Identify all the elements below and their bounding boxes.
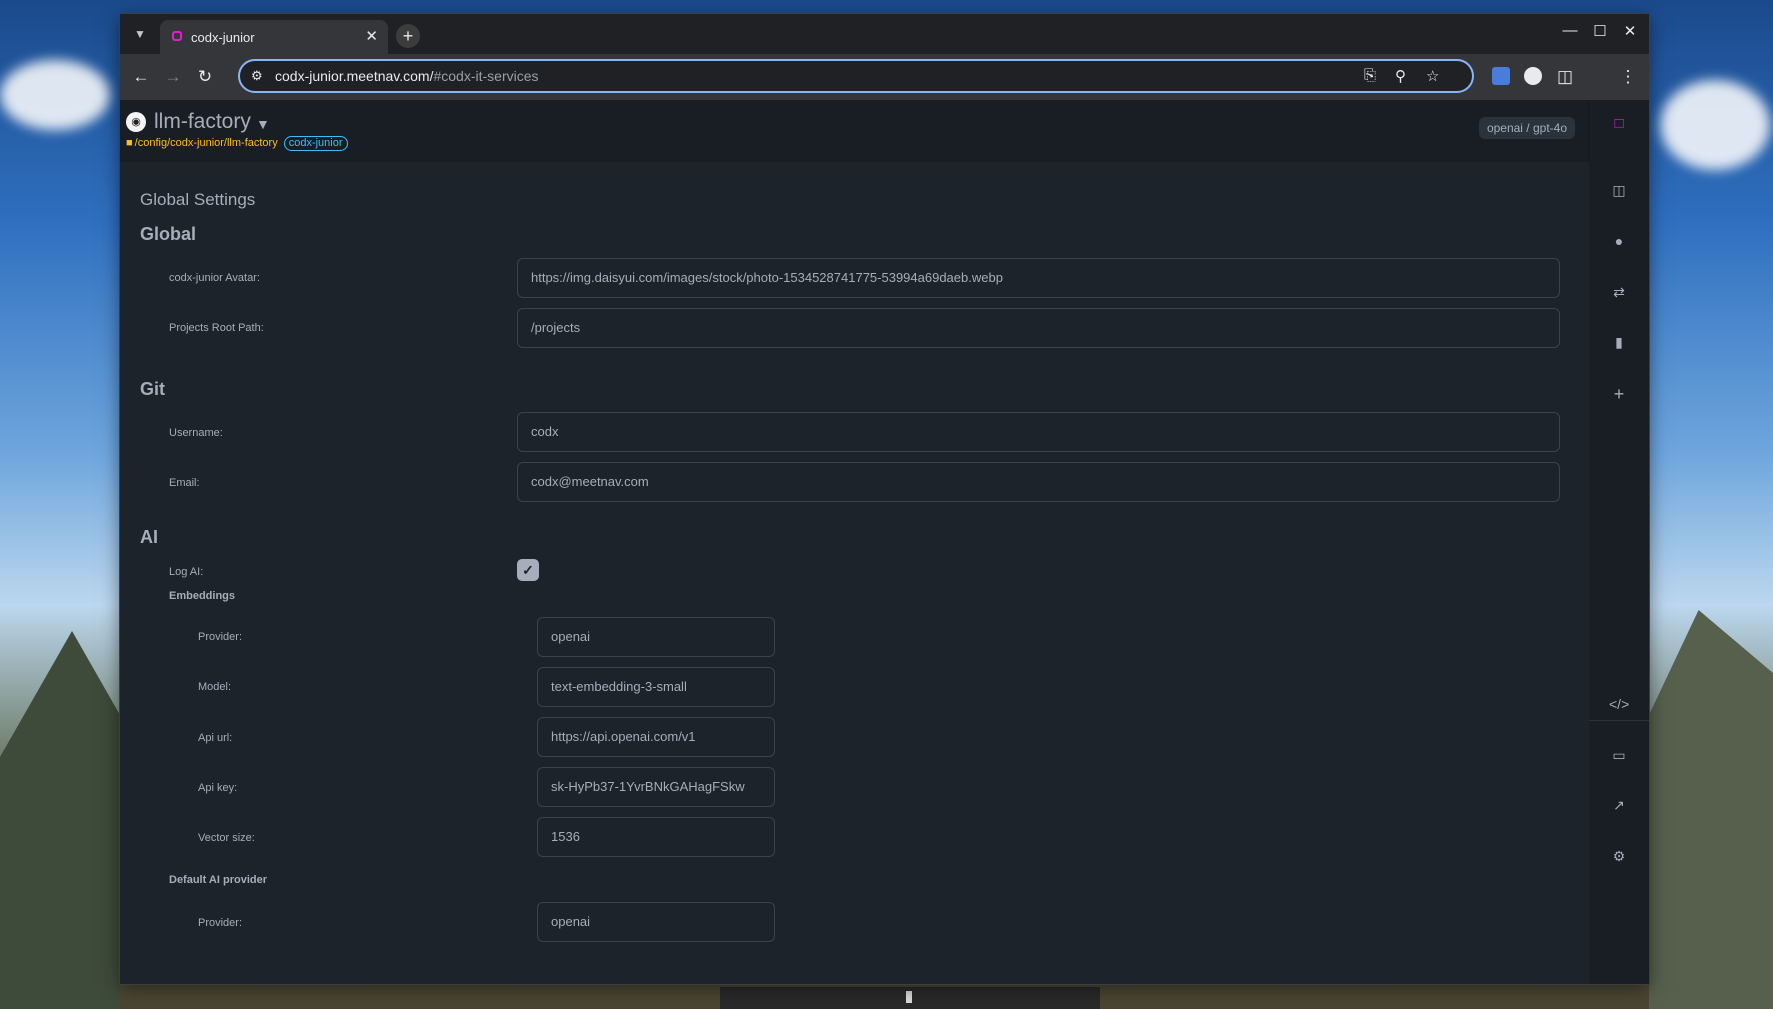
pull-request-icon[interactable]: ⇄ — [1609, 282, 1629, 302]
project-name[interactable]: llm-factory — [154, 110, 251, 134]
sidebar-divider — [1589, 720, 1649, 721]
default-provider-label: Provider: — [198, 917, 243, 929]
vector-size-field[interactable]: 1536 — [537, 817, 775, 857]
log-ai-checkbox[interactable]: ✓ — [517, 559, 539, 581]
extensions-puzzle-icon[interactable]: ◫ — [1554, 66, 1576, 88]
add-icon[interactable]: + — [1609, 384, 1629, 404]
app-logo-icon: ◉ — [126, 112, 146, 132]
profile-icon[interactable]: ● — [1609, 231, 1629, 251]
forward-icon[interactable]: → — [162, 66, 184, 88]
default-provider-heading: Default AI provider — [169, 874, 267, 886]
email-field[interactable]: codx@meetnav.com — [517, 462, 1560, 502]
account-extension-icon[interactable] — [1524, 67, 1542, 85]
tab-search-icon[interactable]: ▼ — [130, 24, 150, 44]
kanban-icon[interactable]: ◫ — [1609, 180, 1629, 200]
bookmark-star-icon[interactable]: ☆ — [1426, 67, 1439, 85]
settings-icon[interactable]: ⚙ — [1609, 846, 1629, 866]
model-selector[interactable]: openai / gpt-4o — [1478, 117, 1575, 139]
project-path-row: ■/config/codx-junior/llm-factory codx-jun… — [126, 136, 348, 151]
avatar-label: codx-junior Avatar: — [169, 272, 260, 284]
wallpaper-cloud — [1660, 80, 1770, 170]
wallpaper-mountain — [0, 631, 120, 1009]
section-global-heading: Global — [140, 224, 197, 244]
app-root: ◉ llm-factory ▼ ■/config/codx-junior/llm… — [120, 100, 1649, 984]
embeddings-api-key-field[interactable]: sk-HyPb37-1YvrBNkGAHagFSkw — [537, 767, 775, 807]
vector-size-label: Vector size: — [198, 832, 255, 844]
close-window-icon[interactable]: ✕ — [1619, 22, 1641, 40]
browser-tab[interactable]: codx-junior ✕ — [160, 20, 388, 54]
wallpaper-mountain — [1649, 610, 1773, 1009]
wallpaper-road — [720, 987, 1100, 1009]
root-path-label: Projects Root Path: — [169, 322, 264, 334]
monitor-icon[interactable]: ▭ — [1609, 745, 1629, 765]
app-header: ◉ llm-factory ▼ ■/config/codx-junior/llm… — [120, 100, 1589, 162]
embeddings-api-url-label: Api url: — [198, 732, 233, 744]
tab-strip: ▼ codx-junior ✕ + — ☐ ✕ — [120, 14, 1649, 54]
tab-favicon-icon — [172, 31, 182, 41]
book-icon[interactable]: ▮ — [1609, 332, 1629, 352]
browser-menu-icon[interactable]: ⋮ — [1617, 66, 1639, 88]
right-sidebar: □ ◫ ● ⇄ ▮ + </> ▭ ↗ ⚙ — [1588, 100, 1649, 984]
browser-toolbar: ← → ↻ ⚙ codx-junior.meetnav.com/#codx-it… — [120, 54, 1649, 100]
site-info-icon[interactable]: ⚙ — [251, 68, 263, 84]
embeddings-heading: Embeddings — [169, 590, 236, 602]
project-path[interactable]: /config/codx-junior/llm-factory — [135, 137, 278, 149]
new-tab-button[interactable]: + — [396, 24, 420, 48]
avatar-field[interactable]: https://img.daisyui.com/images/stock/pho… — [517, 258, 1560, 298]
tab-title: codx-junior — [191, 30, 255, 45]
maximize-icon[interactable]: ☐ — [1589, 22, 1611, 40]
embeddings-model-label: Model: — [198, 681, 232, 693]
section-git-heading: Git — [140, 379, 165, 399]
embeddings-provider-label: Provider: — [198, 631, 243, 643]
reload-icon[interactable]: ↻ — [194, 66, 216, 88]
code-icon[interactable]: </> — [1609, 694, 1629, 714]
default-provider-field[interactable]: openai — [537, 902, 775, 942]
username-field[interactable]: codx — [517, 412, 1560, 452]
minimize-icon[interactable]: — — [1559, 22, 1581, 39]
section-ai-heading: AI — [140, 527, 158, 547]
back-icon[interactable]: ← — [130, 66, 152, 88]
embeddings-model-field[interactable]: text-embedding-3-small — [537, 667, 775, 707]
root-path-field[interactable]: /projects — [517, 308, 1560, 348]
settings-panel: Global Settings Global codx-junior Avata… — [120, 162, 1589, 984]
tab-close-icon[interactable]: ✕ — [365, 27, 378, 45]
page-title: Global Settings — [140, 190, 256, 209]
log-ai-label: Log AI: — [169, 566, 204, 578]
url-text: codx-junior.meetnav.com/#codx-it-service… — [275, 68, 539, 84]
email-label: Email: — [169, 477, 200, 489]
embeddings-provider-field[interactable]: openai — [537, 617, 775, 657]
clipboard-icon[interactable]: ⎘ — [1364, 67, 1376, 84]
chart-icon[interactable]: ↗ — [1609, 795, 1629, 815]
project-dropdown-icon[interactable]: ▼ — [256, 116, 270, 132]
wallpaper-cloud — [0, 60, 110, 130]
username-label: Username: — [169, 427, 223, 439]
embeddings-api-url-field[interactable]: https://api.openai.com/v1 — [537, 717, 775, 757]
project-badge: codx-junior — [283, 136, 348, 151]
zoom-icon[interactable]: ⚲ — [1395, 67, 1406, 85]
folder-icon: ■ — [126, 137, 133, 149]
address-bar[interactable]: ⚙ codx-junior.meetnav.com/#codx-it-servi… — [238, 59, 1474, 93]
translate-extension-icon[interactable] — [1492, 67, 1510, 85]
browser-window: ▼ codx-junior ✕ + — ☐ ✕ ← → ↻ ⚙ codx-jun… — [120, 14, 1649, 984]
codx-logo-icon[interactable]: □ — [1609, 114, 1629, 134]
embeddings-api-key-label: Api key: — [198, 782, 238, 794]
